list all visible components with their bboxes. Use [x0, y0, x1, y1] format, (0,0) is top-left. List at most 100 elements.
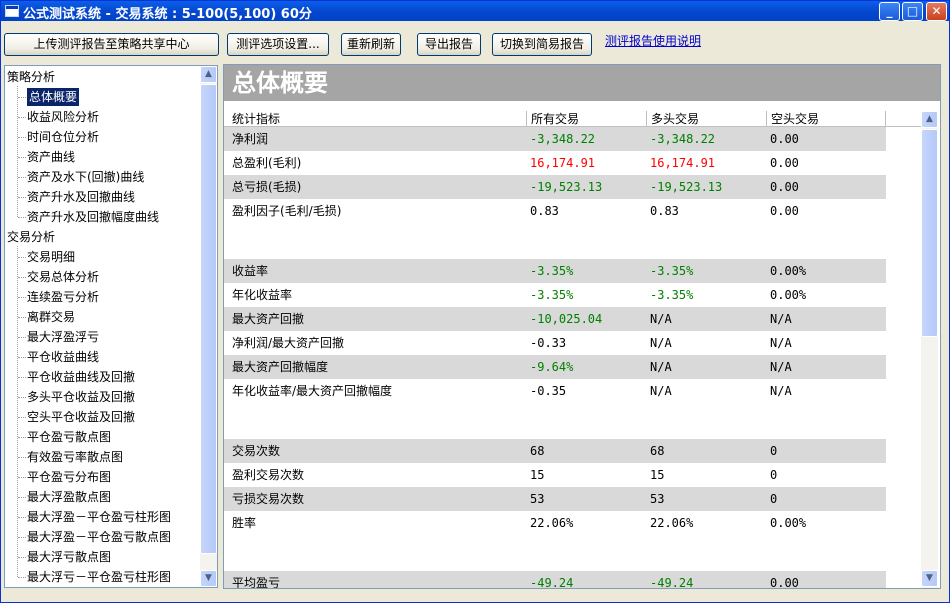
- metric-label: 最大资产回撤幅度: [232, 360, 329, 374]
- all-trades-value: -3,348.22: [530, 132, 596, 146]
- metric-label: 净利润: [232, 132, 269, 146]
- table-row: 胜率 22.06% 22.06% 0.00%: [224, 511, 886, 535]
- tree-group[interactable]: 策略分析: [7, 68, 55, 86]
- tree-connector: [18, 577, 26, 578]
- app-window: 公式测试系统 - 交易系统 : 5-100(5,100) 60分 _ □ ✕ 上…: [0, 0, 950, 603]
- table-row: 年化收益率 -3.35% -3.35% 0.00%: [224, 283, 886, 307]
- table-row: 最大资产回撤 -10,025.04 N/A N/A: [224, 307, 886, 331]
- tree-connector: [18, 277, 26, 278]
- help-link[interactable]: 测评报告使用说明: [605, 33, 701, 49]
- tree-connector: [18, 117, 26, 118]
- minimize-icon: _: [886, 4, 893, 18]
- tree-scroll-thumb[interactable]: [200, 84, 217, 554]
- tree-item[interactable]: 最大浮亏－平仓盈亏柱形图: [27, 568, 171, 586]
- tree-item[interactable]: 平仓盈亏分布图: [27, 468, 111, 486]
- table-scroll-thumb[interactable]: [921, 129, 938, 337]
- tree-item[interactable]: 总体概要: [27, 88, 80, 106]
- tree-item[interactable]: 最大浮盈－平仓盈亏散点图: [27, 528, 171, 546]
- table-row: 总盈利(毛利) 16,174.91 16,174.91 0.00: [224, 151, 886, 175]
- tree-scroll-up-arrow-icon[interactable]: ▲: [200, 66, 217, 83]
- tree-item[interactable]: 最大浮亏散点图: [27, 548, 111, 566]
- tree-scrollbar[interactable]: ▲ ▼: [200, 66, 217, 587]
- tree-item[interactable]: 时间仓位分析: [27, 128, 99, 146]
- tree-connector: [18, 417, 26, 418]
- short-trades-value: N/A: [770, 384, 792, 398]
- metric-label: 平均盈亏: [232, 576, 281, 589]
- long-trades-value: N/A: [650, 312, 672, 326]
- tree-item[interactable]: 有效盈亏率散点图: [27, 448, 123, 466]
- maximize-button[interactable]: □: [902, 2, 923, 21]
- long-trades-value: -3,348.22: [650, 132, 716, 146]
- metric-label: 亏损交易次数: [232, 492, 305, 506]
- table-row: 收益率 -3.35% -3.35% 0.00%: [224, 259, 886, 283]
- table-scroll-down-arrow-icon[interactable]: ▼: [921, 570, 938, 587]
- tree-item[interactable]: 最大浮盈浮亏: [27, 328, 99, 346]
- long-trades-value: N/A: [650, 336, 672, 350]
- tree-item[interactable]: 多头平仓收益及回撤: [27, 388, 135, 406]
- tree-item[interactable]: 资产及水下(回撤)曲线: [27, 168, 144, 186]
- tree-item[interactable]: 最大浮盈－平仓盈亏柱形图: [27, 508, 171, 526]
- tree-connector: [18, 197, 26, 198]
- table-row: 平均盈亏 -49.24 -49.24 0.00: [224, 571, 886, 589]
- table-row: 交易次数 68 68 0: [224, 439, 886, 463]
- all-trades-value: -0.33: [530, 336, 567, 350]
- tree-connector: [18, 557, 26, 558]
- tree-item[interactable]: 收益风险分析: [27, 108, 99, 126]
- tree-scroll-down-arrow-icon[interactable]: ▼: [200, 570, 217, 587]
- all-trades-value: -49.24: [530, 576, 574, 589]
- all-trades-value: -0.35: [530, 384, 567, 398]
- tree-connector: [18, 337, 26, 338]
- tree-item[interactable]: 平仓收益曲线: [27, 348, 99, 366]
- tree-connector: [18, 477, 26, 478]
- long-trades-value: N/A: [650, 384, 672, 398]
- tree-item[interactable]: 离群交易: [27, 308, 75, 326]
- tree-item[interactable]: 资产曲线: [27, 148, 75, 166]
- header-short-trades[interactable]: 空头交易: [767, 111, 886, 127]
- header-metric[interactable]: 统计指标: [228, 111, 527, 127]
- tree-item[interactable]: 资产升水及回撤幅度曲线: [27, 208, 159, 226]
- tree-item[interactable]: 最大浮盈散点图: [27, 488, 111, 506]
- table-scroll-up-arrow-icon[interactable]: ▲: [921, 111, 938, 128]
- short-trades-value: 0.00: [770, 180, 799, 194]
- all-trades-value: -3.35%: [530, 264, 574, 278]
- window-title: 公式测试系统 - 交易系统 : 5-100(5,100) 60分: [23, 7, 312, 22]
- switch-simple-report-button[interactable]: 切换到简易报告: [492, 33, 592, 56]
- short-trades-value: 0.00%: [770, 516, 807, 530]
- metric-label: 年化收益率: [232, 288, 293, 302]
- metric-label: 最大资产回撤: [232, 312, 305, 326]
- tree-group[interactable]: 交易分析: [7, 228, 55, 246]
- export-button[interactable]: 导出报告: [417, 33, 481, 56]
- table-scrollbar[interactable]: ▲ ▼: [921, 111, 938, 588]
- all-trades-value: 16,174.91: [530, 156, 596, 170]
- options-button[interactable]: 测评选项设置...: [227, 33, 329, 56]
- table-row: [224, 403, 886, 439]
- metric-label: 净利润/最大资产回撤: [232, 336, 345, 350]
- tree-item[interactable]: 空头平仓收益及回撤: [27, 408, 135, 426]
- table-row: 盈利因子(毛利/毛损) 0.83 0.83 0.00: [224, 199, 886, 223]
- short-trades-value: 0.00: [770, 156, 799, 170]
- refresh-button[interactable]: 重新刷新: [341, 33, 401, 56]
- app-icon: [5, 5, 19, 17]
- tree-item[interactable]: 资产升水及回撤曲线: [27, 188, 135, 206]
- tree-item[interactable]: 连续盈亏分析: [27, 288, 99, 306]
- header-all-trades[interactable]: 所有交易: [527, 111, 647, 127]
- tree-connector: [18, 397, 26, 398]
- metric-label: 总亏损(毛损): [232, 180, 302, 194]
- tree-connector: [18, 97, 26, 98]
- all-trades-value: 22.06%: [530, 516, 574, 530]
- tree-connector: [18, 437, 26, 438]
- minimize-button[interactable]: _: [879, 2, 900, 21]
- tree-item[interactable]: 交易明细: [27, 248, 75, 266]
- tree-item[interactable]: 平仓收益曲线及回撤: [27, 368, 135, 386]
- tree-connector: [18, 537, 26, 538]
- short-trades-value: 0.00%: [770, 288, 807, 302]
- short-trades-value: N/A: [770, 360, 792, 374]
- tree-item[interactable]: 平仓盈亏散点图: [27, 428, 111, 446]
- title-bar[interactable]: 公式测试系统 - 交易系统 : 5-100(5,100) 60分 _ □ ✕: [1, 1, 949, 22]
- close-button[interactable]: ✕: [926, 2, 947, 21]
- all-trades-value: 0.83: [530, 204, 559, 218]
- upload-report-button[interactable]: 上传测评报告至策略共享中心: [4, 33, 219, 56]
- header-long-trades[interactable]: 多头交易: [647, 111, 767, 127]
- all-trades-value: -3.35%: [530, 288, 574, 302]
- tree-item[interactable]: 交易总体分析: [27, 268, 99, 286]
